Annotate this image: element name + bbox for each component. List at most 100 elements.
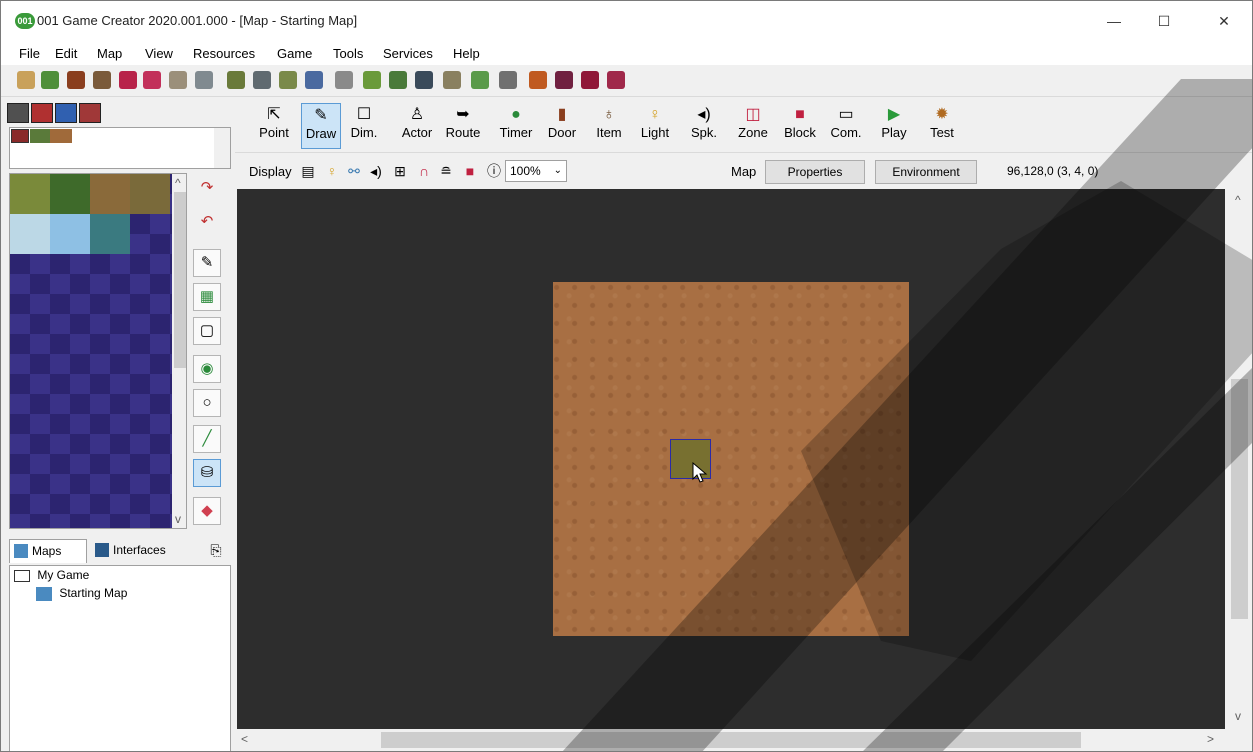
film-icon[interactable]: ▤ — [299, 162, 317, 180]
save-icon[interactable] — [607, 71, 625, 89]
tileset-tab-1[interactable] — [7, 103, 29, 123]
minimize-button[interactable]: — — [1091, 1, 1137, 41]
gamepad-icon[interactable] — [443, 71, 461, 89]
tab-interfaces[interactable]: Interfaces — [91, 539, 183, 563]
scroll-down-icon[interactable]: v — [1235, 709, 1241, 723]
menu-game[interactable]: Game — [277, 46, 312, 61]
tab-maps[interactable]: Maps — [9, 539, 87, 563]
tileset-tab-4[interactable] — [79, 103, 101, 123]
tool-zone[interactable]: ◫ Zone — [733, 103, 773, 149]
tileset-scrollbar[interactable] — [214, 128, 230, 168]
environment-button[interactable]: Environment — [875, 160, 977, 184]
menu-resources[interactable]: Resources — [193, 46, 255, 61]
settings-icon[interactable] — [499, 71, 517, 89]
magnet-icon[interactable]: ∩ — [415, 162, 433, 180]
scroll-up-icon[interactable]: ^ — [1235, 193, 1241, 207]
lightbulb-toggle-icon[interactable]: ♀ — [323, 162, 341, 180]
script-icon[interactable] — [363, 71, 381, 89]
tool-actor[interactable]: ♙ Actor — [395, 103, 439, 149]
rectangle-tool-icon[interactable]: ▢ — [193, 317, 221, 345]
line-tool-icon[interactable]: ╱ — [193, 425, 221, 453]
tileset-thumb-2[interactable] — [30, 129, 50, 143]
tileset-thumb-3[interactable] — [50, 129, 72, 143]
xyz-icon[interactable] — [335, 71, 353, 89]
horizontal-scrollbar[interactable]: < > — [237, 729, 1225, 751]
door-resource-icon[interactable] — [67, 71, 85, 89]
horizontal-scroll-thumb[interactable] — [381, 732, 1081, 748]
menu-file[interactable]: File — [19, 46, 40, 61]
close-button[interactable]: ✕ — [1201, 1, 1247, 41]
grid-toggle-icon[interactable]: ⊞ — [391, 162, 409, 180]
menu-map[interactable]: Map — [97, 46, 122, 61]
scroll-up-icon[interactable]: ^ — [175, 176, 181, 190]
tool-light[interactable]: ♀ Light — [635, 103, 675, 149]
tool-play[interactable]: ▶ Play — [877, 103, 911, 149]
map-viewport[interactable] — [237, 189, 1225, 729]
menu-edit[interactable]: Edit — [55, 46, 77, 61]
tool-test[interactable]: ✹ Test — [925, 103, 959, 149]
bag-icon[interactable] — [93, 71, 111, 89]
stop-icon[interactable] — [581, 71, 599, 89]
image-icon[interactable] — [305, 71, 323, 89]
chart-icon[interactable] — [471, 71, 489, 89]
tool-point[interactable]: ⇱ Point — [255, 103, 293, 149]
compile-icon[interactable] — [529, 71, 547, 89]
tileset-selector[interactable] — [9, 127, 231, 169]
fill-pattern-icon[interactable]: ▦ — [193, 283, 221, 311]
zoom-select[interactable]: 100% ⌄ — [505, 160, 567, 182]
tileset-tab-3[interactable] — [55, 103, 77, 123]
menu-help[interactable]: Help — [453, 46, 480, 61]
tool-block[interactable]: ■ Block — [777, 103, 823, 149]
layers-icon[interactable]: ≘ — [437, 162, 455, 180]
properties-button[interactable]: Properties — [765, 160, 865, 184]
tileset-thumb-1[interactable] — [11, 129, 29, 143]
scroll-right-icon[interactable]: > — [1207, 732, 1214, 746]
menu-view[interactable]: View — [145, 46, 173, 61]
tree-root[interactable]: My Game — [14, 568, 89, 582]
block-toggle-icon[interactable]: ■ — [461, 162, 479, 180]
tool-dim[interactable]: ☐ Dim. — [347, 103, 381, 149]
route-toggle-icon[interactable]: ⚯ — [345, 162, 363, 180]
warning-icon[interactable]: ⓘ — [485, 162, 503, 180]
tile-dirt[interactable] — [90, 174, 130, 214]
fill-bucket-icon[interactable]: ⛁ — [193, 459, 221, 487]
vertical-scroll-thumb[interactable] — [1231, 379, 1248, 619]
tool-route[interactable]: ➥ Route — [441, 103, 485, 149]
grid-icon[interactable] — [253, 71, 271, 89]
maximize-button[interactable]: ☐ — [1141, 1, 1187, 41]
tree-item-starting-map[interactable]: Starting Map — [36, 586, 127, 601]
palette-scrollbar[interactable]: ^ v — [172, 174, 186, 528]
scroll-down-icon[interactable]: v — [175, 512, 181, 526]
circle-tool-icon[interactable]: ○ — [193, 389, 221, 417]
tool-draw[interactable]: ✎ Draw — [301, 103, 341, 149]
redo-icon[interactable]: ↷ — [193, 175, 221, 203]
tool-item[interactable]: ♁ Item — [591, 103, 627, 149]
menu-tools[interactable]: Tools — [333, 46, 363, 61]
undo-icon[interactable]: ↶ — [193, 209, 221, 237]
person-icon[interactable] — [169, 71, 187, 89]
palette-grid[interactable] — [10, 174, 172, 528]
character-icon[interactable] — [17, 71, 35, 89]
tool-timer[interactable]: ● Timer — [493, 103, 539, 149]
add-page-icon[interactable]: ⎘ — [205, 539, 227, 561]
tileset-tab-2[interactable] — [31, 103, 53, 123]
tile-dirt-grass[interactable] — [130, 174, 170, 214]
list-icon[interactable] — [195, 71, 213, 89]
scroll-icon[interactable] — [389, 71, 407, 89]
tile-water-light[interactable] — [50, 214, 90, 254]
tool-door[interactable]: ▮ Door — [543, 103, 581, 149]
map-canvas[interactable] — [553, 282, 909, 636]
database-icon[interactable] — [415, 71, 433, 89]
vertical-scrollbar[interactable]: ^ v — [1227, 189, 1252, 729]
font-icon[interactable] — [143, 71, 161, 89]
scroll-left-icon[interactable]: < — [241, 732, 248, 746]
tile-ice[interactable] — [10, 214, 50, 254]
tile-grass[interactable] — [50, 174, 90, 214]
palette-scroll-thumb[interactable] — [174, 192, 186, 368]
gear-group-icon[interactable] — [279, 71, 297, 89]
pencil-tool-icon[interactable]: ✎ — [193, 249, 221, 277]
tile-water-deep[interactable] — [90, 214, 130, 254]
run-icon[interactable] — [555, 71, 573, 89]
eraser-icon[interactable]: ◆ — [193, 497, 221, 525]
music-icon[interactable] — [119, 71, 137, 89]
